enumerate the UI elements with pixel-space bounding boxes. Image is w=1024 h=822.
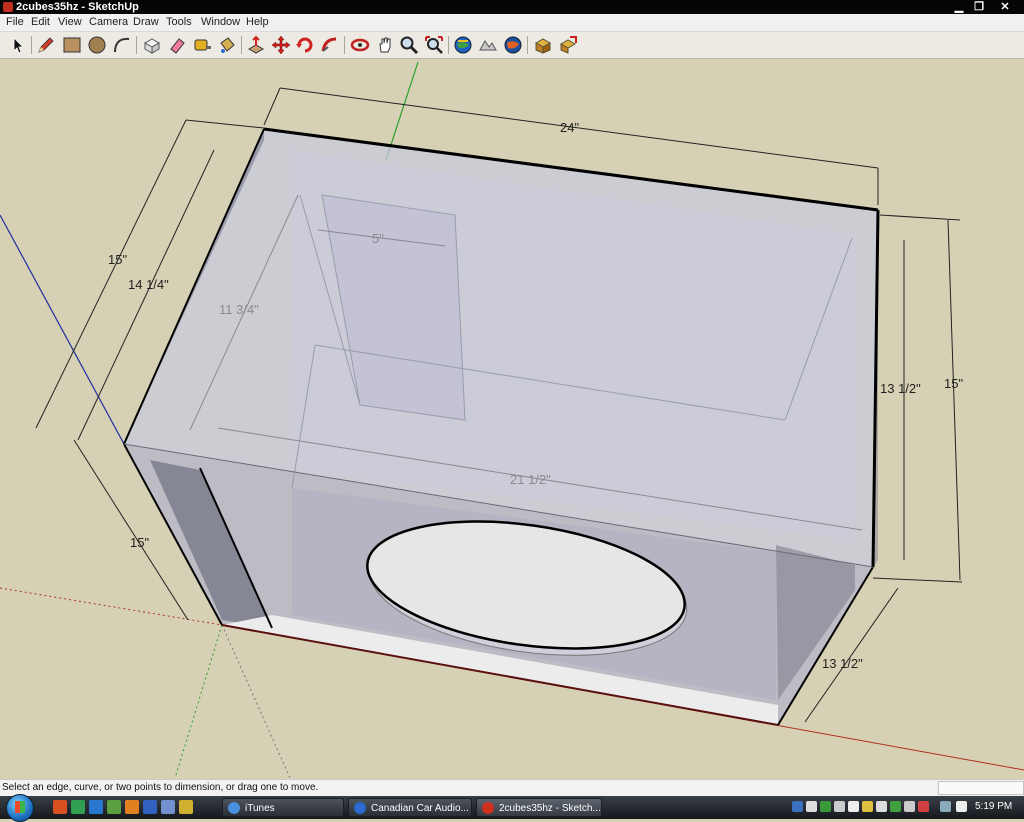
status-bar: Select an edge, curve, or two points to …	[0, 779, 1024, 796]
menu-file[interactable]: File	[6, 16, 24, 28]
tray-icon[interactable]	[820, 801, 831, 812]
menu-help[interactable]: Help	[246, 16, 269, 28]
toolbar-separator	[344, 36, 345, 54]
status-message: Select an edge, curve, or two points to …	[2, 782, 319, 793]
tray-icon[interactable]	[834, 801, 845, 812]
select-tool-icon[interactable]	[8, 35, 28, 55]
orbit-tool-icon[interactable]	[350, 35, 370, 55]
dim-bottom-depth[interactable]: 13 1/2"	[822, 656, 863, 671]
quicklaunch-icon[interactable]	[179, 800, 193, 814]
tray-icon[interactable]	[918, 801, 929, 812]
tray-icon[interactable]	[904, 801, 915, 812]
tray-icon[interactable]	[890, 801, 901, 812]
toolbar-separator	[527, 36, 528, 54]
task-browser[interactable]: Canadian Car Audio...	[348, 798, 472, 817]
google-earth-tool-icon[interactable]	[503, 35, 523, 55]
quicklaunch-icon[interactable]	[71, 800, 85, 814]
zoom-tool-icon[interactable]	[399, 35, 419, 55]
sketchup-app-icon	[3, 2, 13, 12]
quicklaunch-icon[interactable]	[53, 800, 67, 814]
dim-right-inner-height[interactable]: 13 1/2"	[880, 381, 921, 396]
task-sketchup[interactable]: 2cubes35hz - Sketch...	[476, 798, 602, 817]
dim-right-outer-height[interactable]: 15"	[944, 376, 963, 391]
measurements-field[interactable]	[938, 781, 1024, 795]
pencil-tool-icon[interactable]	[36, 35, 56, 55]
dim-top-width[interactable]: 24"	[560, 120, 579, 135]
start-button[interactable]	[6, 794, 34, 822]
menu-edit[interactable]: Edit	[31, 16, 50, 28]
show-desktop-icon[interactable]	[143, 800, 157, 814]
eraser-tool-icon[interactable]	[167, 35, 187, 55]
sketchup-icon	[482, 802, 494, 814]
pan-tool-icon[interactable]	[375, 35, 395, 55]
quicklaunch-icon[interactable]	[125, 800, 139, 814]
task-label: 2cubes35hz - Sketch...	[499, 803, 601, 814]
toolbar-separator	[448, 36, 449, 54]
menu-view[interactable]: View	[58, 16, 82, 28]
make-component-tool-icon[interactable]	[142, 35, 162, 55]
rectangle-tool-icon[interactable]	[62, 35, 82, 55]
tray-icon[interactable]	[876, 801, 887, 812]
windows-logo-icon	[15, 801, 25, 813]
tray-icon[interactable]	[792, 801, 803, 812]
menu-tools[interactable]: Tools	[166, 16, 192, 28]
ie-icon[interactable]	[89, 800, 103, 814]
model-canvas[interactable]: 24" 15" 14 1/4" 15" 11 3/4" 5" 21 1/2" 1…	[0, 59, 1024, 779]
clock[interactable]: 5:19 PM	[975, 801, 1012, 812]
toolbar-separator	[241, 36, 242, 54]
task-label: iTunes	[245, 803, 275, 814]
windows-taskbar: iTunes Canadian Car Audio... 2cubes35hz …	[0, 794, 1024, 822]
circle-tool-icon[interactable]	[87, 35, 107, 55]
window-title: 2cubes35hz - SketchUp	[16, 1, 139, 13]
toolbar-separator	[31, 36, 32, 54]
quicklaunch-icon[interactable]	[107, 800, 121, 814]
menu-camera[interactable]: Camera	[89, 16, 128, 28]
add-location-tool-icon[interactable]	[453, 35, 473, 55]
dim-port-width-ghost[interactable]: 5"	[372, 231, 384, 246]
menu-window[interactable]: Window	[201, 16, 240, 28]
move-tool-icon[interactable]	[271, 35, 291, 55]
green-axis-negative	[174, 624, 223, 779]
toolbar-separator	[136, 36, 137, 54]
menu-draw[interactable]: Draw	[133, 16, 159, 28]
dim-depth-left[interactable]: 15"	[130, 535, 149, 550]
tray-icon[interactable]	[848, 801, 859, 812]
volume-icon[interactable]	[956, 801, 967, 812]
close-button[interactable]: ✕	[994, 0, 1016, 14]
tray-icon[interactable]	[862, 801, 873, 812]
box-right-inner-wall	[776, 545, 855, 700]
arc-tool-icon[interactable]	[112, 35, 132, 55]
itunes-icon	[228, 802, 240, 814]
tray-icon[interactable]	[806, 801, 817, 812]
quicklaunch-icon[interactable]	[161, 800, 175, 814]
dim-inner-height-ghost[interactable]: 11 3/4"	[219, 302, 259, 317]
red-axis-negative	[0, 587, 223, 626]
rotate-tool-icon[interactable]	[295, 35, 315, 55]
paint-bucket-tool-icon[interactable]	[217, 35, 237, 55]
toggle-terrain-tool-icon[interactable]	[478, 35, 498, 55]
follow-me-tool-icon[interactable]	[320, 35, 340, 55]
toolbar	[0, 32, 1024, 59]
drawing-viewport[interactable]: 24" 15" 14 1/4" 15" 11 3/4" 5" 21 1/2" 1…	[0, 59, 1024, 779]
network-icon[interactable]	[940, 801, 951, 812]
minimize-button[interactable]: ▁	[948, 0, 970, 14]
zoom-extents-tool-icon[interactable]	[424, 35, 444, 55]
share-model-tool-icon[interactable]	[558, 35, 578, 55]
dim-left-height-inner[interactable]: 14 1/4"	[128, 277, 169, 292]
task-itunes[interactable]: iTunes	[222, 798, 344, 817]
menu-bar: File Edit View Camera Draw Tools Window …	[0, 14, 1024, 32]
restore-button[interactable]: ❐	[968, 0, 990, 14]
task-label: Canadian Car Audio...	[371, 803, 469, 814]
title-bar: 2cubes35hz - SketchUp ▁ ❐ ✕	[0, 0, 1024, 14]
tape-measure-tool-icon[interactable]	[192, 35, 212, 55]
push-pull-tool-icon[interactable]	[246, 35, 266, 55]
get-models-tool-icon[interactable]	[533, 35, 553, 55]
ie-icon	[354, 802, 366, 814]
dim-inner-width-ghost[interactable]: 21 1/2"	[510, 472, 551, 487]
blue-axis-negative	[221, 624, 291, 779]
dim-left-height-outer[interactable]: 15"	[108, 252, 127, 267]
